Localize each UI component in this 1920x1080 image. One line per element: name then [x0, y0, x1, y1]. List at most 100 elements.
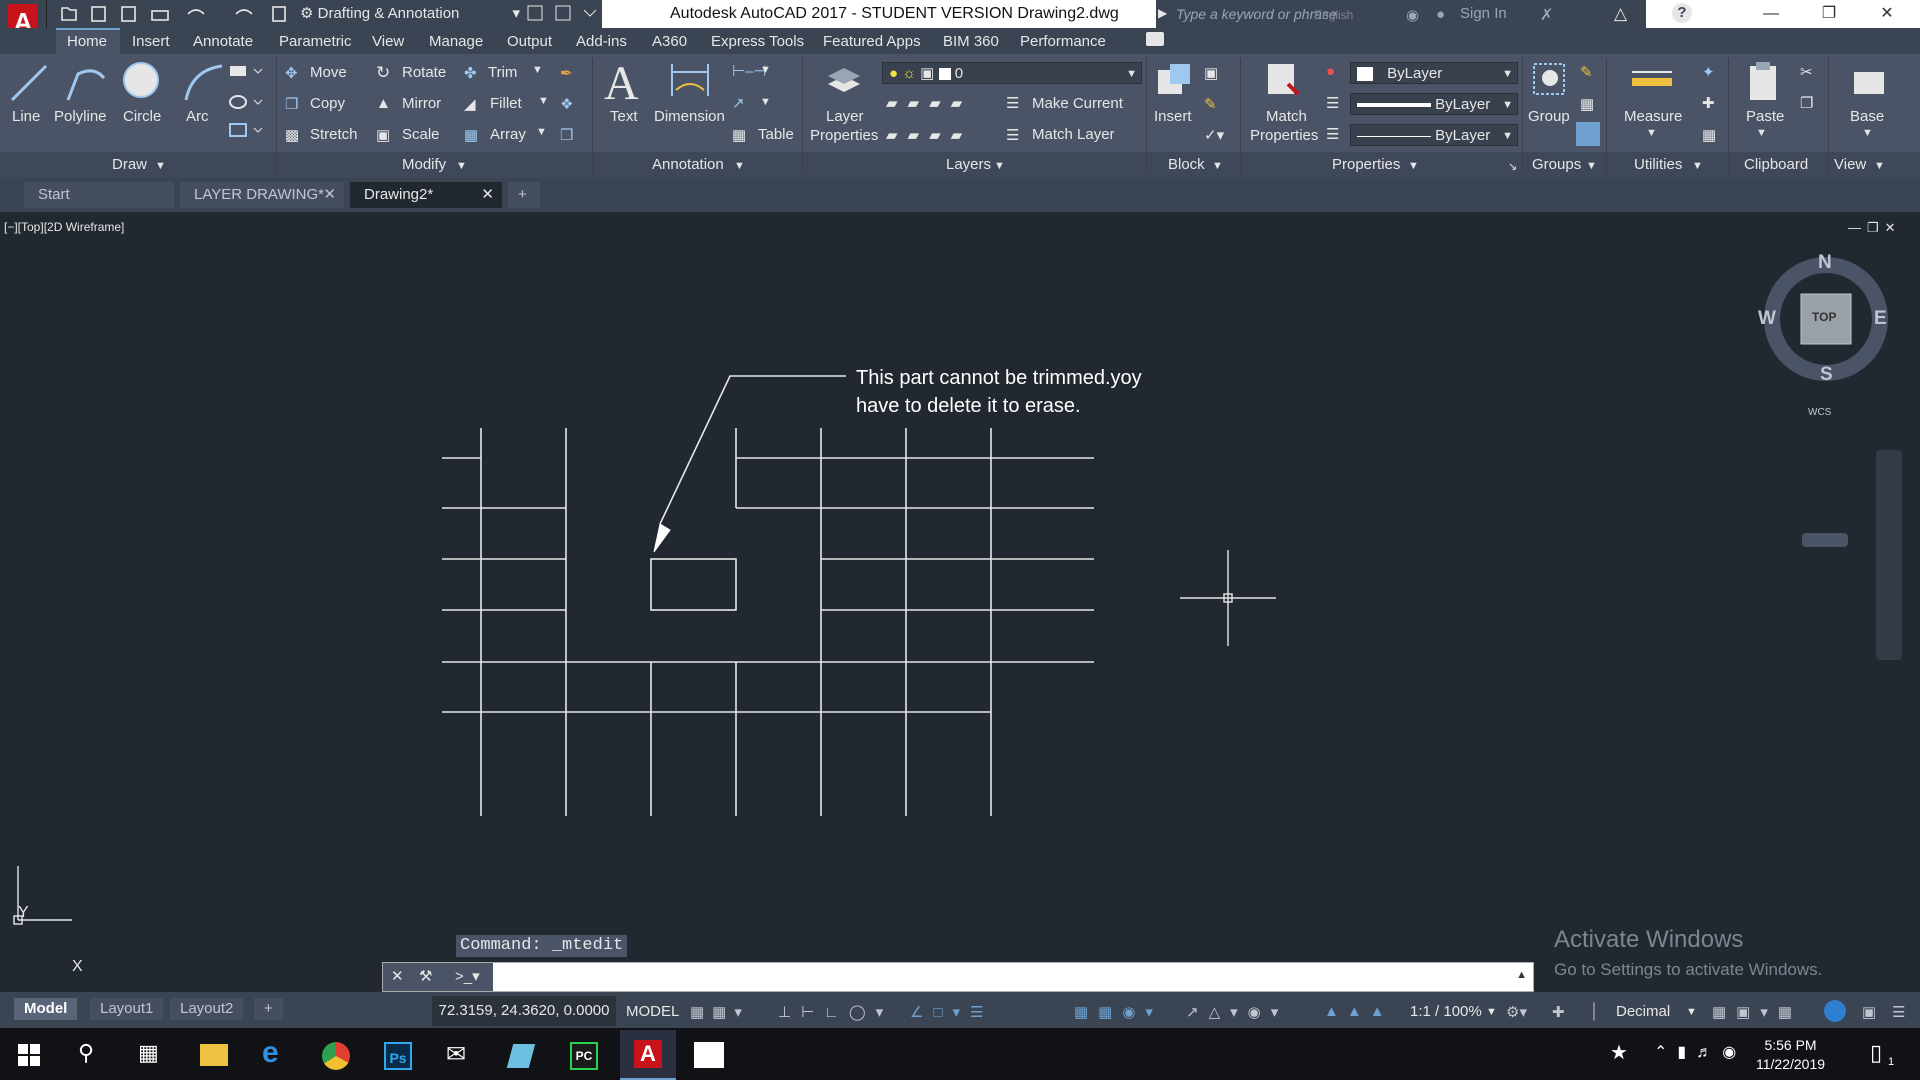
drawing-canvas[interactable]: [0, 212, 1920, 962]
restore-button[interactable]: ❐: [1800, 0, 1858, 28]
task-view-icon[interactable]: ▦: [138, 1040, 159, 1066]
people-icon[interactable]: ★: [1610, 1040, 1628, 1065]
table-button[interactable]: Table: [758, 126, 794, 143]
move-button[interactable]: Move: [310, 64, 347, 81]
mtext-annotation[interactable]: This part cannot be trimmed.yoy have to …: [856, 364, 1142, 420]
isolate-objects-icon[interactable]: [1824, 1000, 1846, 1022]
circle-button[interactable]: Circle: [123, 108, 161, 125]
plus-icon[interactable]: ✚: [1552, 1003, 1565, 1021]
group-edit-icon[interactable]: ▦: [1580, 95, 1594, 113]
leader-line[interactable]: [659, 375, 846, 525]
grid-snap-icons[interactable]: ▦▦▾: [690, 1003, 750, 1021]
autocad-taskbar-button[interactable]: A: [620, 1030, 676, 1080]
copy-button[interactable]: Copy: [310, 95, 345, 112]
rectangle-icon[interactable]: [230, 66, 246, 76]
properties-panel-title[interactable]: Properties: [1332, 156, 1400, 173]
group-button[interactable]: Group: [1528, 108, 1570, 125]
chevron-down-icon[interactable]: [253, 127, 263, 133]
close-icon[interactable]: ✕: [481, 182, 494, 208]
attribute-icon[interactable]: ✓▾: [1204, 126, 1224, 144]
layout-tab-model[interactable]: Model: [14, 998, 78, 1020]
lineweight-toggle-icon[interactable]: │: [1590, 1003, 1599, 1020]
tab-view[interactable]: View: [372, 33, 404, 50]
layer-properties-button-line2[interactable]: Properties: [810, 127, 878, 144]
base-button[interactable]: Base: [1850, 108, 1884, 125]
match-properties-button[interactable]: Match: [1266, 108, 1307, 125]
command-prompt-icon[interactable]: >_▾: [455, 967, 480, 985]
gear-icon[interactable]: ⚙▾: [1506, 1003, 1527, 1021]
new-tab-button[interactable]: +: [508, 182, 540, 208]
modify-panel-title[interactable]: Modify: [402, 156, 446, 173]
polyline-icon[interactable]: [66, 69, 106, 101]
insert-button[interactable]: Insert: [1154, 108, 1192, 125]
layer-tool-icons-row2[interactable]: ▰▰▰▰: [886, 126, 972, 144]
calculator-icon[interactable]: ▦: [1702, 126, 1716, 144]
chevron-down-icon[interactable]: ▼: [1486, 1006, 1497, 1018]
ungroup-icon[interactable]: ✎: [1580, 63, 1593, 81]
command-input[interactable]: [499, 966, 1403, 988]
chevron-down-icon[interactable]: ▼: [1874, 160, 1885, 172]
tab-performance[interactable]: Performance: [1020, 33, 1106, 50]
photoshop-icon[interactable]: Ps: [384, 1042, 412, 1070]
tab-home[interactable]: Home: [67, 33, 107, 50]
chevron-down-icon[interactable]: ▼: [155, 160, 166, 172]
chevron-down-icon[interactable]: ▼: [1862, 127, 1873, 139]
system-tray-icons[interactable]: ⌃▮♬◉: [1654, 1042, 1746, 1062]
pycharm-icon[interactable]: PC: [570, 1042, 598, 1070]
utilities-panel-title[interactable]: Utilities: [1634, 156, 1682, 173]
chevron-down-icon[interactable]: ▼: [1212, 160, 1223, 172]
viewcube-top-label[interactable]: TOP: [1812, 310, 1836, 324]
view-toggles[interactable]: ↗△▾◉▾: [1186, 1003, 1288, 1021]
paste-button[interactable]: Paste: [1746, 108, 1784, 125]
save-as-icon[interactable]: [121, 6, 136, 22]
mail-icon[interactable]: ✉: [446, 1040, 466, 1069]
chrome-icon[interactable]: [322, 1042, 350, 1070]
chevron-down-icon[interactable]: ▼: [760, 64, 771, 76]
publish-icon[interactable]: [527, 5, 543, 21]
circle-icon[interactable]: [123, 62, 159, 98]
drafting-toggles[interactable]: ⊥⊢∟◯▾: [778, 1003, 893, 1021]
line-button[interactable]: Line: [12, 108, 40, 125]
wrench-icon[interactable]: ⚒: [419, 967, 432, 985]
text-button[interactable]: Text: [610, 108, 638, 125]
linetype-dropdown[interactable]: ByLayer ▼: [1350, 124, 1518, 146]
fillet-button[interactable]: Fillet: [490, 95, 522, 112]
osnap-toggles[interactable]: ∠□▾☰: [910, 1003, 993, 1021]
layout-tab-layout1[interactable]: Layout1: [90, 998, 164, 1020]
chevron-down-icon[interactable]: ▼: [532, 64, 543, 76]
layout-tab-layout2[interactable]: Layout2: [170, 998, 244, 1020]
line-icon[interactable]: [10, 64, 48, 102]
compass-north[interactable]: N: [1818, 252, 1832, 274]
fullscreen-icon[interactable]: ▣: [1862, 1003, 1876, 1021]
lineweight-dropdown[interactable]: ByLayer ▼: [1350, 93, 1518, 115]
block-panel-title[interactable]: Block: [1168, 156, 1205, 173]
view-panel-title[interactable]: View: [1834, 156, 1866, 173]
tab-output[interactable]: Output: [507, 33, 552, 50]
explode-icon[interactable]: ❖: [560, 95, 573, 113]
chevron-down-icon[interactable]: ▼: [1586, 160, 1597, 172]
tab-bim360[interactable]: BIM 360: [943, 33, 999, 50]
workspace-switcher[interactable]: ⚙ Drafting & Annotation ▾: [300, 3, 520, 25]
compass-west[interactable]: W: [1758, 308, 1776, 330]
command-history-toggle-icon[interactable]: ▲: [1516, 969, 1527, 981]
binoculars-icon[interactable]: ◉: [1406, 6, 1419, 24]
chevron-down-icon[interactable]: ▼: [1646, 127, 1657, 139]
chevron-down-icon[interactable]: ▼: [1756, 127, 1767, 139]
model-space-toggle[interactable]: MODEL: [626, 1003, 679, 1020]
polyline-button[interactable]: Polyline: [54, 108, 107, 125]
annotation-panel-title[interactable]: Annotation: [652, 156, 724, 173]
chevron-down-icon[interactable]: ▼: [760, 96, 771, 108]
cut-icon[interactable]: ✂: [1800, 63, 1813, 81]
chevron-down-icon[interactable]: ▼: [456, 160, 467, 172]
annotation-scale-icons[interactable]: ▲▲▲: [1324, 1003, 1393, 1020]
annotation-scale[interactable]: 1:1 / 100%: [1410, 1003, 1482, 1020]
tab-drawing2[interactable]: Drawing2* ✕: [350, 182, 502, 208]
array-button[interactable]: Array: [490, 126, 526, 143]
color-dropdown[interactable]: ByLayer ▼: [1350, 62, 1518, 84]
tab-express-tools[interactable]: Express Tools: [711, 33, 804, 50]
grid-geometry[interactable]: [442, 375, 1094, 816]
add-layout-button[interactable]: +: [254, 998, 283, 1020]
save-icon[interactable]: [91, 6, 106, 22]
ribbon-toggle-icon[interactable]: [1146, 32, 1164, 46]
arc-icon[interactable]: [184, 64, 223, 101]
